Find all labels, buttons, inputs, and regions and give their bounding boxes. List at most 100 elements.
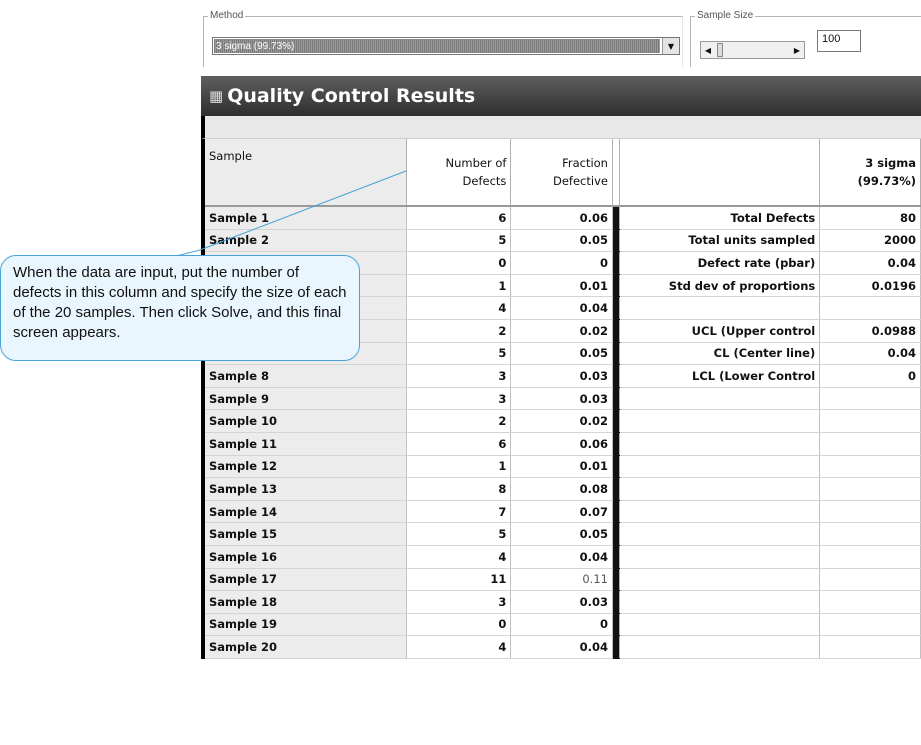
cell-fraction[interactable]: 0.07 bbox=[510, 500, 613, 524]
cell-sample[interactable]: Sample 19 bbox=[201, 613, 408, 637]
cell-sample[interactable]: Sample 20 bbox=[201, 635, 408, 659]
cell-stat-value[interactable] bbox=[819, 387, 921, 411]
cell-stat-value[interactable] bbox=[819, 296, 921, 320]
cell-defects[interactable]: 0 bbox=[406, 251, 512, 275]
cell-fraction[interactable]: 0.06 bbox=[510, 206, 613, 230]
cell-sample[interactable]: Sample 18 bbox=[201, 590, 408, 614]
cell-defects[interactable]: 4 bbox=[406, 296, 512, 320]
cell-stat-value[interactable] bbox=[819, 455, 921, 479]
cell-fraction[interactable]: 0 bbox=[510, 251, 613, 275]
cell-stat-value[interactable]: 2000 bbox=[819, 229, 921, 253]
scroll-right-icon[interactable]: ▶ bbox=[790, 43, 804, 57]
cell-stat-value[interactable] bbox=[819, 545, 921, 569]
cell-defects[interactable]: 3 bbox=[406, 590, 512, 614]
cell-fraction[interactable]: 0.11 bbox=[510, 568, 613, 592]
cell-stat-value[interactable] bbox=[819, 590, 921, 614]
cell-sample[interactable]: Sample 15 bbox=[201, 522, 408, 546]
cell-defects[interactable]: 6 bbox=[406, 206, 512, 230]
method-select[interactable]: 3 sigma (99.73%) ▼ bbox=[212, 37, 680, 55]
cell-stat-label bbox=[619, 613, 821, 637]
cell-fraction[interactable]: 0.03 bbox=[510, 364, 613, 388]
cell-defects[interactable]: 5 bbox=[406, 229, 512, 253]
cell-defects[interactable]: 1 bbox=[406, 274, 512, 298]
cell-sample[interactable]: Sample 11 bbox=[201, 432, 408, 456]
cell-stat-value[interactable]: 0.0988 bbox=[819, 319, 921, 343]
cell-fraction[interactable]: 0.06 bbox=[510, 432, 613, 456]
cell-sample[interactable]: Sample 16 bbox=[201, 545, 408, 569]
cell-defects[interactable]: 2 bbox=[406, 319, 512, 343]
cell-defects[interactable]: 7 bbox=[406, 500, 512, 524]
cell-sample[interactable]: Sample 2 bbox=[201, 229, 408, 253]
cell-sample[interactable]: Sample 10 bbox=[201, 409, 408, 433]
scroll-thumb[interactable] bbox=[717, 43, 723, 57]
cell-stat-value[interactable] bbox=[819, 613, 921, 637]
cell-defects[interactable]: 3 bbox=[406, 387, 512, 411]
cell-fraction[interactable]: 0 bbox=[510, 613, 613, 637]
cell-stat-value[interactable]: 0 bbox=[819, 364, 921, 388]
cell-defects[interactable]: 4 bbox=[406, 545, 512, 569]
cell-stat-value[interactable] bbox=[819, 635, 921, 659]
cell-fraction[interactable]: 0.03 bbox=[510, 387, 613, 411]
cell-defects[interactable]: 11 bbox=[406, 568, 512, 592]
table-row: Sample 19 0 0 bbox=[201, 613, 921, 637]
cell-sample[interactable]: Sample 12 bbox=[201, 455, 408, 479]
cell-stat-value[interactable] bbox=[819, 477, 921, 501]
cell-fraction[interactable]: 0.05 bbox=[510, 342, 613, 366]
cell-stat-value[interactable]: 0.0196 bbox=[819, 274, 921, 298]
cell-separator bbox=[612, 432, 620, 456]
table-row: Sample 12 1 0.01 bbox=[201, 455, 921, 479]
cell-sample[interactable]: Sample 13 bbox=[201, 477, 408, 501]
sample-size-scrollbar[interactable]: ◀ ▶ bbox=[700, 41, 805, 59]
cell-sample[interactable]: Sample 17 bbox=[201, 568, 408, 592]
cell-defects[interactable]: 3 bbox=[406, 364, 512, 388]
cell-stat-label: Total units sampled bbox=[619, 229, 821, 253]
cell-stat-value[interactable] bbox=[819, 500, 921, 524]
calculator-icon: ▦ bbox=[209, 87, 224, 105]
table-row: Sample 20 4 0.04 bbox=[201, 635, 921, 659]
cell-sample[interactable]: Sample 8 bbox=[201, 364, 408, 388]
cell-fraction[interactable]: 0.03 bbox=[510, 590, 613, 614]
sample-size-input[interactable]: 100 bbox=[817, 30, 861, 52]
cell-defects[interactable]: 6 bbox=[406, 432, 512, 456]
cell-stat-label bbox=[619, 409, 821, 433]
dropdown-arrow-icon[interactable]: ▼ bbox=[662, 38, 679, 54]
cell-separator bbox=[612, 590, 620, 614]
cell-sample[interactable]: Sample 9 bbox=[201, 387, 408, 411]
cell-stat-value[interactable] bbox=[819, 409, 921, 433]
cell-fraction[interactable]: 0.04 bbox=[510, 296, 613, 320]
cell-separator bbox=[612, 409, 620, 433]
cell-defects[interactable]: 5 bbox=[406, 342, 512, 366]
cell-fraction[interactable]: 0.02 bbox=[510, 319, 613, 343]
cell-defects[interactable]: 8 bbox=[406, 477, 512, 501]
cell-fraction[interactable]: 0.04 bbox=[510, 545, 613, 569]
cell-stat-label: UCL (Upper control bbox=[619, 319, 821, 343]
cell-stat-value[interactable]: 0.04 bbox=[819, 342, 921, 366]
cell-stat-value[interactable]: 0.04 bbox=[819, 251, 921, 275]
cell-fraction[interactable]: 0.05 bbox=[510, 229, 613, 253]
cell-stat-label: Defect rate (pbar) bbox=[619, 251, 821, 275]
cell-sample[interactable]: Sample 14 bbox=[201, 500, 408, 524]
cell-defects[interactable]: 5 bbox=[406, 522, 512, 546]
cell-sample[interactable]: Sample 1 bbox=[201, 206, 408, 230]
cell-defects[interactable]: 4 bbox=[406, 635, 512, 659]
scroll-left-icon[interactable]: ◀ bbox=[701, 43, 715, 57]
cell-stat-value[interactable] bbox=[819, 568, 921, 592]
cell-fraction[interactable]: 0.05 bbox=[510, 522, 613, 546]
cell-fraction[interactable]: 0.08 bbox=[510, 477, 613, 501]
cell-stat-value[interactable]: 80 bbox=[819, 206, 921, 230]
cell-fraction[interactable]: 0.02 bbox=[510, 409, 613, 433]
results-subbar bbox=[201, 116, 921, 139]
col-header-sample: Sample bbox=[201, 139, 408, 207]
scroll-track[interactable] bbox=[715, 43, 790, 57]
cell-fraction[interactable]: 0.01 bbox=[510, 274, 613, 298]
cell-stat-value[interactable] bbox=[819, 432, 921, 456]
cell-fraction[interactable]: 0.04 bbox=[510, 635, 613, 659]
col-separator bbox=[611, 139, 620, 207]
cell-fraction[interactable]: 0.01 bbox=[510, 455, 613, 479]
cell-defects[interactable]: 2 bbox=[406, 409, 512, 433]
cell-stat-value[interactable] bbox=[819, 522, 921, 546]
cell-defects[interactable]: 1 bbox=[406, 455, 512, 479]
cell-defects[interactable]: 0 bbox=[406, 613, 512, 637]
table-row: Sample 17 11 0.11 bbox=[201, 568, 921, 592]
table-row: Sample 11 6 0.06 bbox=[201, 432, 921, 456]
